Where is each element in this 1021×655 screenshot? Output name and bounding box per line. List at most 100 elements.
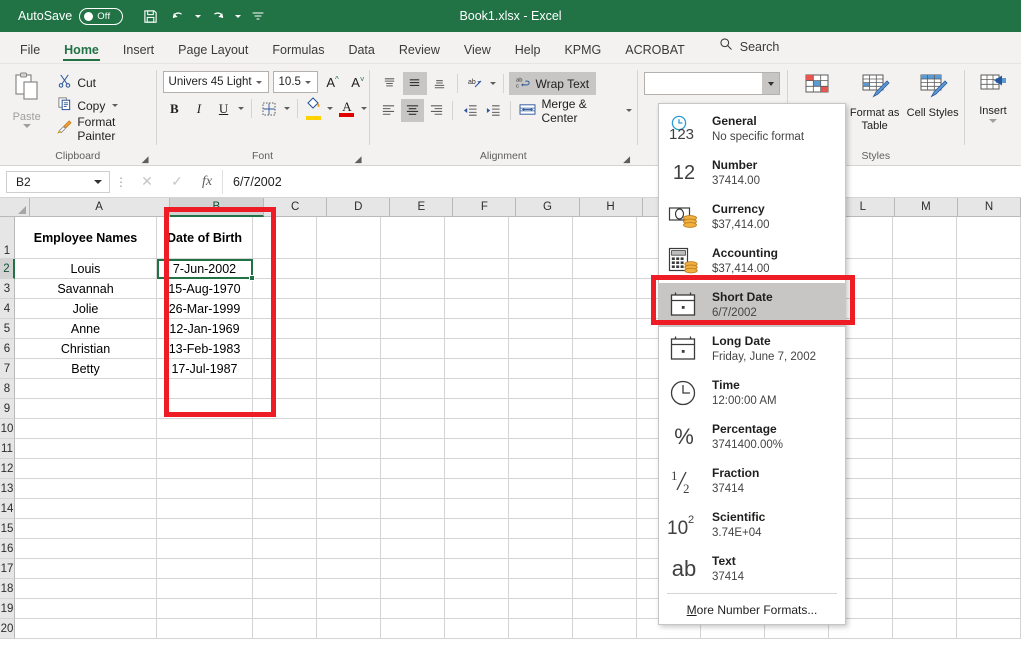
formula-input[interactable]: 6/7/2002 <box>222 170 1021 194</box>
cell-C10[interactable] <box>253 419 317 439</box>
cell-D4[interactable] <box>317 299 381 319</box>
customize-qat-icon[interactable] <box>245 4 271 28</box>
cell-C3[interactable] <box>253 279 317 299</box>
row-header-1[interactable]: 1 <box>0 217 15 259</box>
cell-A16[interactable] <box>15 539 157 559</box>
cell-C6[interactable] <box>253 339 317 359</box>
column-header-g[interactable]: G <box>516 198 579 217</box>
decrease-font-size-button[interactable]: A˅ <box>347 71 368 93</box>
cell-G5[interactable] <box>509 319 573 339</box>
cell-H11[interactable] <box>573 439 637 459</box>
cell-G3[interactable] <box>509 279 573 299</box>
cell-B10[interactable] <box>157 419 253 439</box>
cell-D3[interactable] <box>317 279 381 299</box>
cell-F13[interactable] <box>445 479 509 499</box>
cell-C14[interactable] <box>253 499 317 519</box>
row-header-17[interactable]: 17 <box>0 559 15 579</box>
number-format-item-accounting[interactable]: Accounting $37,414.00 <box>659 239 845 283</box>
cell-E9[interactable] <box>381 399 445 419</box>
cell-H13[interactable] <box>573 479 637 499</box>
row-header-19[interactable]: 19 <box>0 599 15 619</box>
number-format-item-currency[interactable]: Currency$37,414.00 <box>659 195 845 239</box>
row-header-18[interactable]: 18 <box>0 579 15 599</box>
cell-A15[interactable] <box>15 519 157 539</box>
wrap-text-button[interactable]: abc Wrap Text <box>509 72 597 95</box>
orientation-button[interactable]: ab <box>463 72 487 95</box>
row-header-15[interactable]: 15 <box>0 519 15 539</box>
cell-E3[interactable] <box>381 279 445 299</box>
align-top-button[interactable] <box>378 72 402 95</box>
undo-dropdown-icon[interactable] <box>193 4 203 28</box>
cell-styles-button[interactable]: Cell Styles <box>904 69 962 120</box>
row-header-7[interactable]: 7 <box>0 359 15 379</box>
cell-C5[interactable] <box>253 319 317 339</box>
cell-N17[interactable] <box>957 559 1021 579</box>
cell-A14[interactable] <box>15 499 157 519</box>
cell-H12[interactable] <box>573 459 637 479</box>
cell-C11[interactable] <box>253 439 317 459</box>
number-format-item-short-date[interactable]: Short Date6/7/2002 <box>659 283 845 327</box>
row-header-6[interactable]: 6 <box>0 339 15 359</box>
font-name-combo[interactable]: Univers 45 Light <box>163 71 269 93</box>
cell-N14[interactable] <box>957 499 1021 519</box>
cell-D16[interactable] <box>317 539 381 559</box>
cell-E16[interactable] <box>381 539 445 559</box>
format-painter-button[interactable]: Format Painter <box>53 118 155 139</box>
more-number-formats-item[interactable]: More Number Formats... <box>659 596 845 624</box>
autosave-control[interactable]: AutoSave Off <box>18 8 123 25</box>
cell-A5[interactable]: Anne <box>15 319 157 339</box>
cell-A9[interactable] <box>15 399 157 419</box>
cell-B20[interactable] <box>157 619 253 639</box>
cell-F9[interactable] <box>445 399 509 419</box>
cell-M12[interactable] <box>893 459 957 479</box>
row-header-20[interactable]: 20 <box>0 619 15 639</box>
cell-E18[interactable] <box>381 579 445 599</box>
merge-center-dropdown-icon[interactable] <box>625 109 634 112</box>
cell-H4[interactable] <box>573 299 637 319</box>
cell-B1[interactable]: Date of Birth <box>157 217 253 259</box>
row-header-2[interactable]: 2 <box>0 259 15 279</box>
align-middle-button[interactable] <box>403 72 427 95</box>
cell-C12[interactable] <box>253 459 317 479</box>
cell-E4[interactable] <box>381 299 445 319</box>
cell-M10[interactable] <box>893 419 957 439</box>
cell-M18[interactable] <box>893 579 957 599</box>
cell-H18[interactable] <box>573 579 637 599</box>
cell-M15[interactable] <box>893 519 957 539</box>
cell-B8[interactable] <box>157 379 253 399</box>
cell-F3[interactable] <box>445 279 509 299</box>
align-right-button[interactable] <box>425 99 448 122</box>
font-name-dropdown-icon[interactable] <box>252 81 266 84</box>
cell-G13[interactable] <box>509 479 573 499</box>
cell-C13[interactable] <box>253 479 317 499</box>
cell-N5[interactable] <box>957 319 1021 339</box>
cell-E17[interactable] <box>381 559 445 579</box>
cell-C9[interactable] <box>253 399 317 419</box>
column-header-a[interactable]: A <box>30 198 170 217</box>
cell-B11[interactable] <box>157 439 253 459</box>
cell-A11[interactable] <box>15 439 157 459</box>
cell-M17[interactable] <box>893 559 957 579</box>
cell-C19[interactable] <box>253 599 317 619</box>
cancel-icon[interactable]: ✕ <box>132 170 162 194</box>
cell-D8[interactable] <box>317 379 381 399</box>
cell-B12[interactable] <box>157 459 253 479</box>
cell-M8[interactable] <box>893 379 957 399</box>
borders-button[interactable] <box>257 97 281 120</box>
search-box[interactable]: Search <box>697 37 790 63</box>
cell-N9[interactable] <box>957 399 1021 419</box>
row-header-13[interactable]: 13 <box>0 479 15 499</box>
cell-H2[interactable] <box>573 259 637 279</box>
number-format-item-long-date[interactable]: Long DateFriday, June 7, 2002 <box>659 327 845 371</box>
cell-G16[interactable] <box>509 539 573 559</box>
cell-B13[interactable] <box>157 479 253 499</box>
cell-B14[interactable] <box>157 499 253 519</box>
cell-H14[interactable] <box>573 499 637 519</box>
cell-C18[interactable] <box>253 579 317 599</box>
cell-M6[interactable] <box>893 339 957 359</box>
cell-G1[interactable] <box>509 217 573 259</box>
save-icon[interactable] <box>137 4 163 28</box>
cell-H1[interactable] <box>573 217 637 259</box>
cell-D13[interactable] <box>317 479 381 499</box>
cell-N7[interactable] <box>957 359 1021 379</box>
